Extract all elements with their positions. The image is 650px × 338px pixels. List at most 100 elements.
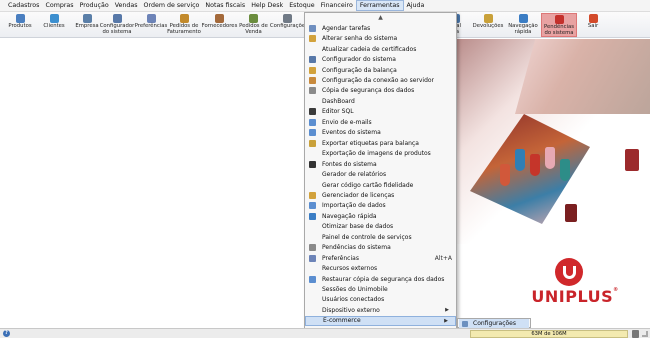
menu-ferramentas[interactable]: Ferramentas: [355, 0, 404, 11]
menu-estoque[interactable]: Estoque: [286, 0, 317, 11]
returns-icon: [483, 14, 493, 23]
menu-ordem-de-servico[interactable]: Ordem de serviço: [141, 0, 203, 11]
preferences-icon: [309, 254, 316, 262]
resize-grip-icon[interactable]: [642, 331, 648, 337]
menu-notas-fiscais[interactable]: Notas fiscais: [202, 0, 248, 11]
preferences-icon: [146, 14, 156, 23]
tools-menu-item[interactable]: Preferências Alt+A: [305, 253, 456, 264]
restore-icon: [309, 275, 316, 283]
tools-menu-item[interactable]: Editor SQL: [305, 107, 456, 118]
tools-menu-item[interactable]: Agendar tarefas: [305, 23, 456, 34]
tools-menu-item[interactable]: Painel de controle de serviços: [305, 232, 456, 243]
toolbar-button-pending[interactable]: Pendências do sistema: [541, 13, 577, 37]
tools-menu-item[interactable]: Exportar etiquetas para balança: [305, 138, 456, 149]
chevron-right-icon: ▶: [444, 317, 448, 324]
menu-cadastros[interactable]: Cadastros: [5, 0, 42, 11]
pending-icon: [554, 15, 564, 24]
tools-menu-item[interactable]: Pendências do sistema: [305, 242, 456, 253]
toolbar-button-quick-nav[interactable]: Navegação rápida: [505, 13, 541, 37]
toolbar-button-suppliers[interactable]: Fornecedores: [202, 13, 237, 37]
menu-scroll-up-icon[interactable]: ▲: [305, 13, 456, 22]
tools-menu-item[interactable]: Restaurar cópia de segurança dos dados: [305, 274, 456, 285]
tools-menu-item[interactable]: Sessões do Unimobile: [305, 284, 456, 295]
tools-menu-item[interactable]: Gerador de relatórios: [305, 169, 456, 180]
toolbar-button-sales-orders[interactable]: Pedidos de Venda: [238, 13, 269, 37]
tools-menu-item[interactable]: Envio de e-mails: [305, 117, 456, 128]
tools-menu-item[interactable]: Usuários conectados: [305, 295, 456, 306]
toolbar-button-company[interactable]: Empresa: [72, 13, 102, 37]
toolbar-button-orders[interactable]: Pedidos de Faturamento: [167, 13, 201, 37]
settings-icon: [462, 320, 468, 327]
menu-help-desk[interactable]: Help Desk: [248, 0, 286, 11]
toolbar-button-system-config[interactable]: Configurador do sistema: [100, 13, 134, 37]
tools-menu: ▲ Agendar tarefas Alterar senha do sistem…: [304, 12, 457, 338]
chevron-right-icon: ▶: [445, 307, 449, 314]
ecommerce-submenu: Configurações: [457, 318, 531, 328]
uniplus-logo-mark: [555, 258, 583, 286]
toolbar-button-settings[interactable]: Configuraçõe: [270, 13, 305, 37]
tools-menu-item[interactable]: Fontes do sistema: [305, 159, 456, 170]
tools-menu-item[interactable]: Eventos do sistema: [305, 128, 456, 139]
quick-nav-icon: [309, 212, 316, 220]
settings-icon: [283, 14, 292, 23]
menu-bar: Cadastros Compras Produção Vendas Ordem de s…: [0, 0, 650, 12]
help-icon[interactable]: ?: [3, 330, 10, 337]
tools-menu-item[interactable]: Navegação rápida: [305, 211, 456, 222]
tools-menu-item[interactable]: DashBoard: [305, 96, 456, 107]
events-icon: [309, 129, 316, 137]
tools-menu-item[interactable]: Dispositivo externo ▶: [305, 305, 456, 316]
uniplus-logo: UNIPLUS®: [520, 258, 630, 308]
tools-menu-item[interactable]: Cópia de segurança dos dados: [305, 86, 456, 97]
toolbar-button-preferences[interactable]: Preferências: [135, 13, 167, 37]
tools-menu-item[interactable]: Configuração da balança: [305, 65, 456, 76]
import-icon: [309, 202, 316, 210]
tools-menu-item[interactable]: Configuração da conexão ao servidor: [305, 75, 456, 86]
scale-icon: [309, 66, 316, 74]
status-bar: ? 63M de 106M: [0, 328, 650, 338]
pending-icon: [309, 244, 316, 252]
tools-menu-item[interactable]: Configurador do sistema: [305, 54, 456, 65]
tools-menu-item[interactable]: Gerenciador de licenças: [305, 190, 456, 201]
export-labels-icon: [309, 139, 316, 147]
memory-indicator[interactable]: 63M de 106M: [470, 330, 628, 338]
tools-menu-item[interactable]: Gerar código cartão fidelidade: [305, 180, 456, 191]
toolbar-button-returns[interactable]: Devoluções: [472, 13, 504, 37]
tools-menu-item[interactable]: Alterar senha do sistema: [305, 33, 456, 44]
garbage-collect-icon[interactable]: [632, 330, 639, 338]
email-icon: [309, 118, 316, 126]
schedule-icon: [309, 24, 316, 32]
products-icon: [15, 14, 25, 23]
quick-nav-icon: [518, 14, 528, 23]
exit-icon: [588, 14, 598, 23]
menu-vendas[interactable]: Vendas: [112, 0, 141, 11]
menu-ajuda[interactable]: Ajuda: [404, 0, 428, 11]
tools-menu-item[interactable]: Otimizar base de dados: [305, 222, 456, 233]
system-config-icon: [112, 14, 122, 23]
tools-menu-item[interactable]: Recursos externos: [305, 263, 456, 274]
toolbar-button-products[interactable]: Produtos: [4, 13, 36, 37]
sales-orders-icon: [249, 14, 258, 23]
server-icon: [309, 77, 316, 84]
tools-menu-item[interactable]: Exportação de imagens de produtos: [305, 148, 456, 159]
license-icon: [309, 191, 316, 199]
menu-producao[interactable]: Produção: [77, 0, 112, 11]
tools-menu-item[interactable]: Atualizar cadeia de certificados: [305, 44, 456, 55]
hero-image: [455, 39, 650, 244]
suppliers-icon: [215, 14, 224, 23]
backup-icon: [309, 87, 316, 95]
clients-icon: [49, 14, 59, 23]
menu-financeiro[interactable]: Financeiro: [318, 0, 356, 11]
shortcut-label: Alt+A: [434, 254, 452, 262]
tools-menu-item[interactable]: E-commerce ▶: [305, 315, 456, 327]
shopper-photo: [515, 39, 650, 114]
uniplus-wordmark: UNIPLUS®: [531, 287, 619, 306]
toolbar-button-clients[interactable]: Clientes: [38, 13, 70, 37]
menu-compras[interactable]: Compras: [42, 0, 76, 11]
password-icon: [309, 35, 316, 43]
submenu-item-configuracoes[interactable]: Configurações: [459, 319, 529, 328]
fonts-icon: [309, 160, 316, 168]
toolbar-button-exit[interactable]: Sair: [582, 13, 604, 37]
system-config-icon: [309, 56, 316, 64]
tools-menu-item[interactable]: Importação de dados: [305, 201, 456, 212]
orders-icon: [179, 14, 189, 23]
